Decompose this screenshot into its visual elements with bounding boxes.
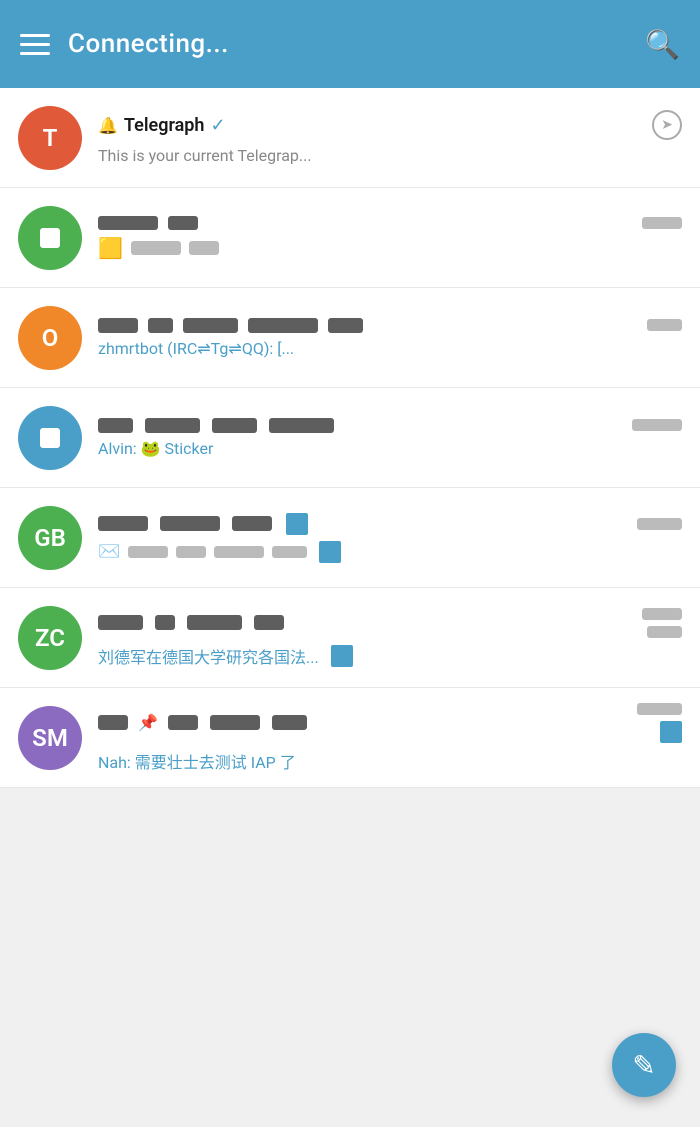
chat-header: [98, 513, 682, 535]
chat-meta: [647, 319, 682, 331]
app-bar-title: Connecting...: [68, 29, 229, 59]
chat-preview: zhmrtbot (IRC⇌Tg⇌QQ): [...: [98, 339, 682, 358]
verified-icon: ✓: [210, 115, 225, 136]
chat-meta: ➤: [652, 110, 682, 140]
avatar: T: [18, 106, 82, 170]
avatar: O: [18, 306, 82, 370]
chat-meta: [637, 703, 682, 743]
chat-name-row: [98, 615, 634, 630]
chat-preview: Alvin: 🐸 Sticker: [98, 439, 682, 458]
edit-icon: ✎: [632, 1049, 655, 1082]
search-icon[interactable]: 🔍: [645, 28, 680, 61]
chat-name-row: 🔔 Telegraph ✓: [98, 115, 644, 136]
chat-header: 📌: [98, 703, 682, 743]
compose-fab[interactable]: ✎: [612, 1033, 676, 1097]
chat-content: 刘德军在德国大学研究各国法...: [98, 608, 682, 668]
chat-name-row: [98, 513, 629, 535]
chat-preview: This is your current Telegrap...: [98, 146, 682, 165]
avatar: ZC: [18, 606, 82, 670]
chat-preview: Nah: 需要壮士去测试 IAP 了: [98, 749, 682, 773]
chat-item-5[interactable]: GB ✉️: [0, 488, 700, 588]
chat-content: ✉️: [98, 513, 682, 563]
chat-name-row: [98, 216, 634, 230]
chat-name-row: [98, 318, 639, 333]
chat-header: [98, 418, 682, 433]
chat-item-6[interactable]: ZC 刘德军在德国大学研究各国法...: [0, 588, 700, 688]
menu-icon[interactable]: [20, 34, 50, 55]
chat-meta: [642, 217, 682, 229]
chat-list: T 🔔 Telegraph ✓ ➤ This is your current T…: [0, 88, 700, 788]
avatar: GB: [18, 506, 82, 570]
avatar: [18, 206, 82, 270]
chat-content: 📌 Nah: 需要壮士去测试 IAP 了: [98, 703, 682, 773]
chat-preview: 刘德军在德国大学研究各国法...: [98, 644, 682, 668]
avatar: SM: [18, 706, 82, 770]
chat-content: 🔔 Telegraph ✓ ➤ This is your current Tel…: [98, 110, 682, 165]
chat-item-telegraph[interactable]: T 🔔 Telegraph ✓ ➤ This is your current T…: [0, 88, 700, 188]
chat-content: Alvin: 🐸 Sticker: [98, 418, 682, 458]
chat-item-7[interactable]: SM 📌 Nah: 需要壮士去测试 IAP 了: [0, 688, 700, 788]
chat-header: [98, 608, 682, 638]
chat-preview: 🟨: [98, 236, 682, 260]
avatar: [18, 406, 82, 470]
app-bar-left: Connecting...: [20, 29, 229, 59]
chat-content: zhmrtbot (IRC⇌Tg⇌QQ): [...: [98, 318, 682, 358]
chat-header: [98, 318, 682, 333]
chat-header: 🔔 Telegraph ✓ ➤: [98, 110, 682, 140]
chat-item-2[interactable]: 🟨: [0, 188, 700, 288]
chat-header: [98, 216, 682, 230]
chat-meta: [637, 518, 682, 530]
chat-meta: [642, 608, 682, 638]
nav-icon: ➤: [652, 110, 682, 140]
chat-name-row: 📌: [98, 713, 629, 732]
chat-name-row: [98, 418, 624, 433]
chat-meta: [632, 419, 682, 431]
chat-item-3[interactable]: O zhmrtbot (IRC⇌Tg⇌QQ): [...: [0, 288, 700, 388]
chat-preview: ✉️: [98, 541, 682, 563]
app-bar: Connecting... 🔍: [0, 0, 700, 88]
chat-content: 🟨: [98, 216, 682, 260]
chat-item-4[interactable]: Alvin: 🐸 Sticker: [0, 388, 700, 488]
chat-name: Telegraph: [124, 115, 205, 136]
